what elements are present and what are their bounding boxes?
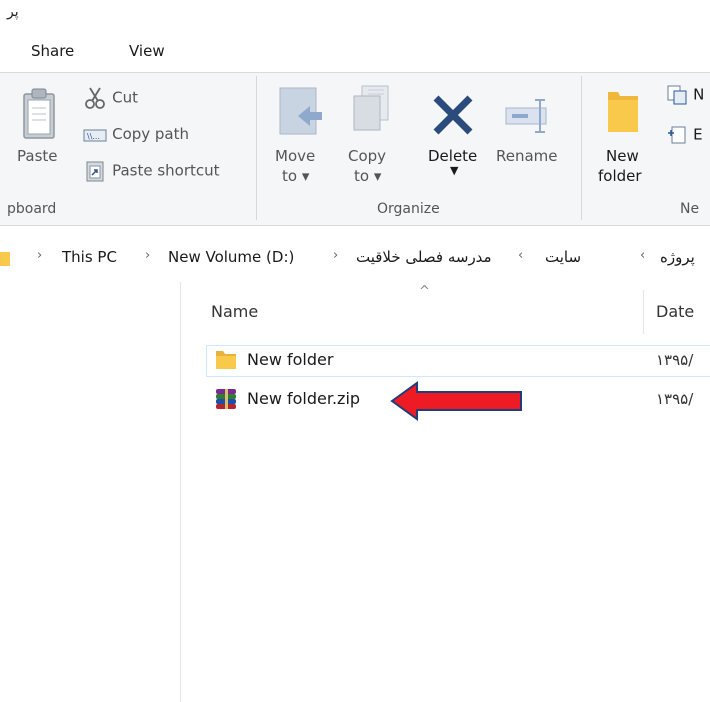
column-header-name[interactable]: Name <box>211 302 258 321</box>
chevron-right-icon[interactable]: › <box>37 248 42 263</box>
clipboard-icon <box>23 88 55 139</box>
rename-label: Rename <box>496 147 558 165</box>
delete-dropdown-icon[interactable]: ▼ <box>450 164 458 177</box>
chevron-right-icon[interactable]: › <box>145 248 150 263</box>
breadcrumb-new-volume[interactable]: New Volume (D:) <box>168 248 294 266</box>
tab-share[interactable]: Share <box>31 42 74 60</box>
easy-access-icon <box>668 126 686 144</box>
chevron-right-icon[interactable]: › <box>333 248 338 263</box>
svg-text:\\...: \\... <box>87 132 100 141</box>
copy-to-label-1: Copy <box>348 147 387 165</box>
cut-button[interactable]: Cut <box>83 86 138 110</box>
paste-button[interactable] <box>20 86 60 140</box>
navigation-pane-divider <box>180 282 181 702</box>
paste-shortcut-label: Paste shortcut <box>112 161 220 180</box>
scissors-icon <box>85 87 105 109</box>
breadcrumb-school-folder[interactable]: مدرسه فصلی خلاقیت <box>356 248 492 266</box>
move-to-icon <box>279 87 322 135</box>
copy-path-icon: \\... <box>83 129 107 141</box>
new-folder-button[interactable] <box>604 88 644 138</box>
group-label-new: Ne <box>680 201 700 217</box>
new-folder-label-2: folder <box>598 167 642 185</box>
group-label-clipboard: pboard <box>7 201 57 217</box>
move-to-label-2: to ▾ <box>282 167 310 185</box>
copy-to-icon <box>353 85 389 131</box>
move-to-label-1: Move <box>275 147 316 165</box>
breadcrumb-this-pc[interactable]: This PC <box>62 248 117 266</box>
file-name[interactable]: New folder.zip <box>247 389 360 408</box>
delete-button[interactable] <box>430 92 476 138</box>
rename-icon <box>505 99 547 133</box>
column-header-date[interactable]: Date <box>656 302 694 321</box>
paste-shortcut-icon <box>86 161 104 182</box>
window-title-fragment: پر <box>7 4 19 20</box>
copy-path-button[interactable]: \\... Copy path <box>83 124 189 143</box>
folder-icon <box>608 92 638 132</box>
new-item-icon <box>667 85 687 105</box>
sort-up-icon: ^ <box>419 284 430 299</box>
rename-button[interactable] <box>504 96 556 136</box>
easy-access-button[interactable]: E <box>666 124 703 146</box>
annotation-arrow <box>389 380 525 426</box>
breadcrumb-project-folder[interactable]: پروژه <box>660 248 710 266</box>
delete-label: Delete <box>428 147 478 165</box>
delete-x-icon <box>433 95 473 135</box>
new-item-label: N <box>693 85 705 104</box>
new-folder-label-1: New <box>606 147 639 165</box>
tab-view[interactable]: View <box>129 42 165 60</box>
group-label-organize: Organize <box>377 201 440 217</box>
copy-path-label: Copy path <box>112 125 190 143</box>
folder-icon <box>214 349 238 375</box>
chevron-left-icon[interactable]: ‹ <box>640 248 645 263</box>
paste-shortcut-button[interactable]: Paste shortcut <box>83 160 220 182</box>
breadcrumb-site-folder[interactable]: سایت <box>545 248 581 266</box>
cut-label: Cut <box>112 88 138 107</box>
ribbon-separator <box>256 76 257 220</box>
new-item-button[interactable]: N <box>666 84 704 106</box>
file-name[interactable]: New folder <box>247 350 333 369</box>
address-folder-icon <box>0 248 10 268</box>
ribbon-separator <box>581 76 582 220</box>
copy-to-label-2: to ▾ <box>354 167 382 185</box>
column-divider[interactable] <box>643 290 644 334</box>
paste-label: Paste <box>17 147 58 165</box>
file-date: ۱۳۹۵/ <box>656 351 694 369</box>
easy-access-label: E <box>693 125 703 144</box>
chevron-left-icon[interactable]: ‹ <box>518 248 523 263</box>
zip-archive-icon <box>214 388 238 414</box>
file-date: ۱۳۹۵/ <box>656 390 694 408</box>
